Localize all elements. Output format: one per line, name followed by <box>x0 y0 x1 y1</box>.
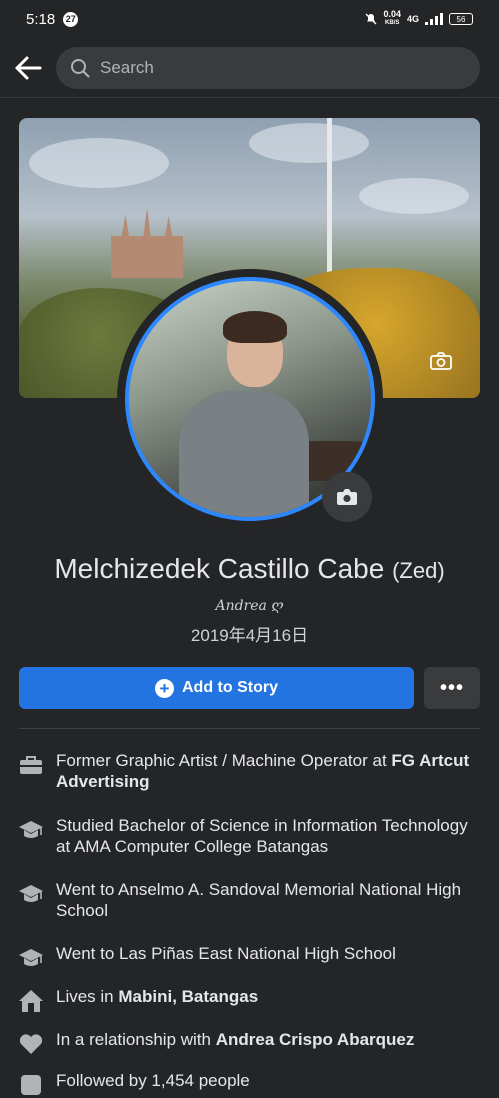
plus-circle-icon: + <box>155 678 174 698</box>
signal-bars-icon <box>425 13 443 25</box>
detail-lives-in[interactable]: Lives in Mabini, Batangas <box>18 986 483 1014</box>
status-bar-left: 5:18 27 <box>26 10 79 28</box>
graduation-cap-icon <box>19 949 43 966</box>
notification-count-badge: 27 <box>63 11 79 27</box>
search-input[interactable] <box>98 57 442 79</box>
divider <box>19 728 480 729</box>
net-speed-unit: KB/S <box>385 20 400 26</box>
graduation-cap-icon <box>19 885 43 902</box>
detail-education-college[interactable]: Studied Bachelor of Science in Informati… <box>18 815 483 857</box>
home-icon <box>19 990 43 1012</box>
battery-level: 56 <box>456 14 466 24</box>
more-options-button[interactable]: ••• <box>424 667 480 709</box>
search-icon <box>71 59 90 78</box>
detail-lives-in-text: Lives in Mabini, Batangas <box>56 987 259 1006</box>
signal-label: 4G <box>406 14 419 24</box>
detail-work-text: Former Graphic Artist / Machine Operator… <box>56 751 470 791</box>
status-bar: 5:18 27 0.04 KB/S 4G 56 <box>0 0 499 38</box>
graduation-cap-icon <box>19 821 43 838</box>
detail-relationship-text: In a relationship with Andrea Crispo Aba… <box>56 1030 415 1049</box>
status-time: 5:18 <box>26 10 56 28</box>
detail-education-highschool-1[interactable]: Went to Anselmo A. Sandoval Memorial Nat… <box>18 879 483 921</box>
heart-icon <box>19 1034 43 1054</box>
net-speed: 0.04 KB/S <box>383 10 401 28</box>
profile-camera-icon[interactable] <box>322 472 372 522</box>
detail-education-highschool-2[interactable]: Went to Las Piñas East National High Sch… <box>18 943 483 971</box>
add-to-story-button[interactable]: + Add to Story <box>19 667 414 709</box>
detail-followers[interactable]: Followed by 1,454 people <box>18 1070 483 1098</box>
profile-full-name: Melchizedek Castillo Cabe <box>54 553 385 584</box>
profile-name: Melchizedek Castillo Cabe (Zed) <box>0 553 499 585</box>
top-bar <box>0 38 499 98</box>
detail-education-college-text: Studied Bachelor of Science in Informati… <box>56 816 468 856</box>
battery-icon: 56 <box>449 13 473 25</box>
detail-relationship[interactable]: In a relationship with Andrea Crispo Aba… <box>18 1029 483 1057</box>
profile-nickname: (Zed) <box>392 558 445 583</box>
detail-followers-text: Followed by 1,454 people <box>56 1071 250 1090</box>
cover-camera-icon[interactable] <box>426 348 456 374</box>
followers-icon <box>21 1075 41 1095</box>
briefcase-icon <box>20 756 42 774</box>
bio-date: 2019年4月16日 <box>190 626 309 645</box>
detail-education-highschool-2-text: Went to Las Piñas East National High Sch… <box>56 944 396 963</box>
net-speed-value: 0.04 <box>383 9 401 19</box>
mute-icon <box>365 13 377 25</box>
back-arrow-icon[interactable] <box>12 52 44 84</box>
search-bar[interactable] <box>56 47 480 89</box>
bio-signature: Andrea ღ <box>215 598 284 614</box>
add-to-story-label: Add to Story <box>182 679 278 696</box>
status-bar-right: 0.04 KB/S 4G 56 <box>365 10 473 28</box>
detail-work[interactable]: Former Graphic Artist / Machine Operator… <box>18 750 483 792</box>
detail-education-highschool-1-text: Went to Anselmo A. Sandoval Memorial Nat… <box>56 880 462 920</box>
